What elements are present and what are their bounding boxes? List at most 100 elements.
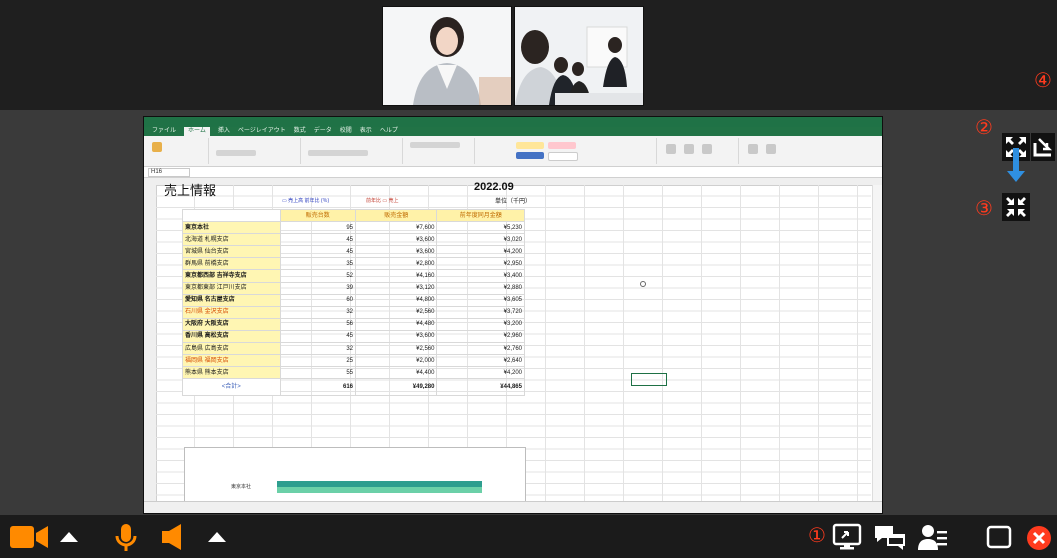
style-bad-icon[interactable] — [548, 142, 576, 149]
speaker-options-chevron-icon[interactable] — [206, 529, 228, 549]
amount-cell[interactable]: ¥2,560 — [354, 342, 438, 356]
ribbon-group-cells — [658, 138, 739, 164]
amount-cell[interactable]: ¥4,480 — [354, 317, 438, 331]
excel-tab-file[interactable]: ファイル — [152, 127, 176, 136]
amount-cell[interactable]: ¥4,160 — [354, 269, 438, 283]
video-camera-icon[interactable] — [8, 523, 52, 555]
alignment-icon[interactable] — [308, 150, 368, 156]
excel-tab-data[interactable]: データ — [314, 127, 332, 136]
selected-cell[interactable] — [631, 373, 667, 386]
amount-cell[interactable]: ¥4,400 — [354, 366, 438, 380]
total-units-cell[interactable]: 616 — [279, 378, 357, 397]
vertical-scrollbar[interactable] — [872, 185, 882, 501]
total-amount-cell[interactable]: ¥49,280 — [354, 378, 438, 397]
amount-cell[interactable]: ¥3,600 — [354, 245, 438, 259]
store-name-cell[interactable]: 宮城県 仙台支店 — [182, 245, 281, 259]
prev-amount-cell[interactable]: ¥2,880 — [436, 281, 525, 295]
participant-video-meeting[interactable] — [514, 6, 644, 106]
excel-tab-review[interactable]: 校閲 — [340, 127, 352, 136]
store-name-cell[interactable]: 愛知県 名古屋支店 — [182, 293, 281, 307]
chat-icon[interactable] — [873, 523, 907, 555]
prev-amount-cell[interactable]: ¥3,400 — [436, 269, 525, 283]
amount-cell[interactable]: ¥7,600 — [354, 221, 438, 235]
embedded-chart[interactable]: 東京本社 — [184, 447, 526, 503]
collapse-icon[interactable] — [1002, 193, 1030, 221]
paste-icon[interactable] — [152, 142, 162, 152]
speaker-icon[interactable] — [160, 523, 190, 555]
prev-amount-cell[interactable]: ¥2,640 — [436, 354, 525, 368]
units-cell[interactable]: 32 — [279, 342, 357, 356]
prev-amount-cell[interactable]: ¥5,230 — [436, 221, 525, 235]
font-box-icon[interactable] — [216, 150, 256, 156]
amount-cell[interactable]: ¥4,800 — [354, 293, 438, 307]
units-cell[interactable]: 25 — [279, 354, 357, 368]
units-cell[interactable]: 55 — [279, 366, 357, 380]
store-name-cell[interactable]: 北海道 札幌支店 — [182, 233, 281, 247]
total-label-cell[interactable]: <合計> — [182, 378, 281, 397]
store-name-cell[interactable]: 香川県 高松支店 — [182, 329, 281, 344]
exit-fullscreen-icon[interactable] — [1031, 133, 1055, 161]
amount-cell[interactable]: ¥2,000 — [354, 354, 438, 368]
excel-tab-home[interactable]: ホーム — [184, 127, 210, 136]
excel-tab-formulas[interactable]: 数式 — [294, 127, 306, 136]
prev-amount-cell[interactable]: ¥3,605 — [436, 293, 525, 307]
units-cell[interactable]: 52 — [279, 269, 357, 283]
prev-amount-cell[interactable]: ¥2,760 — [436, 342, 525, 356]
format-cells-icon[interactable] — [702, 144, 712, 154]
prev-amount-cell[interactable]: ¥3,200 — [436, 317, 525, 331]
units-cell[interactable]: 95 — [279, 221, 357, 235]
number-format-icon[interactable] — [410, 142, 460, 148]
units-cell[interactable]: 39 — [279, 281, 357, 295]
sort-filter-icon[interactable] — [748, 144, 758, 154]
units-cell[interactable]: 60 — [279, 293, 357, 307]
participant-video-woman[interactable] — [382, 6, 512, 106]
style-accent-icon[interactable] — [516, 152, 544, 159]
store-name-cell[interactable]: 広島県 広島支店 — [182, 342, 281, 356]
camera-options-chevron-icon[interactable] — [58, 529, 80, 549]
table-row: 群馬県 前橋支店 35 ¥2,800 ¥2,950 — [182, 257, 525, 271]
store-name-cell[interactable]: 群馬県 前橋支店 — [182, 257, 281, 271]
total-prev-cell[interactable]: ¥44,865 — [436, 378, 525, 397]
units-cell[interactable]: 45 — [279, 329, 357, 344]
store-name-cell[interactable]: 福岡県 福岡支店 — [182, 354, 281, 368]
prev-amount-cell[interactable]: ¥2,950 — [436, 257, 525, 271]
ribbon-group-clipboard — [148, 138, 209, 164]
prev-amount-cell[interactable]: ¥4,200 — [436, 366, 525, 380]
store-name-cell[interactable]: 大阪府 大阪支店 — [182, 317, 281, 331]
store-name-cell[interactable]: 石川県 金沢支店 — [182, 305, 281, 319]
microphone-icon[interactable] — [113, 523, 139, 557]
store-name-cell[interactable]: 東京都西部 吉祥寺支店 — [182, 269, 281, 283]
store-name-cell[interactable]: 熊本県 熊本支店 — [182, 366, 281, 380]
window-icon[interactable] — [986, 525, 1012, 553]
screen-share-icon[interactable] — [832, 522, 862, 556]
excel-tab-view[interactable]: 表示 — [360, 127, 372, 136]
store-name-cell[interactable]: 東京本社 — [182, 221, 281, 235]
close-icon[interactable] — [1026, 525, 1052, 555]
units-cell[interactable]: 56 — [279, 317, 357, 331]
excel-tab-insert[interactable]: 挿入 — [218, 127, 230, 136]
shared-screen[interactable]: ファイル ホーム 挿入 ページレイアウト 数式 データ 校閲 表示 ヘルプ H1… — [143, 116, 883, 514]
style-normal-icon[interactable] — [548, 152, 578, 161]
style-neutral-icon[interactable] — [516, 142, 544, 149]
participants-icon[interactable] — [917, 523, 949, 555]
find-icon[interactable] — [766, 144, 776, 154]
excel-tab-help[interactable]: ヘルプ — [380, 127, 398, 136]
delete-cells-icon[interactable] — [684, 144, 694, 154]
units-cell[interactable]: 32 — [279, 305, 357, 319]
store-name-cell[interactable]: 東京都東部 江戸川支店 — [182, 281, 281, 295]
insert-cells-icon[interactable] — [666, 144, 676, 154]
prev-amount-cell[interactable]: ¥3,020 — [436, 233, 525, 247]
amount-cell[interactable]: ¥2,560 — [354, 305, 438, 319]
prev-amount-cell[interactable]: ¥3,720 — [436, 305, 525, 319]
amount-cell[interactable]: ¥3,600 — [354, 329, 438, 344]
name-box[interactable]: H16 — [148, 168, 190, 177]
units-cell[interactable]: 45 — [279, 233, 357, 247]
excel-tab-page-layout[interactable]: ページレイアウト — [238, 127, 286, 136]
amount-cell[interactable]: ¥3,600 — [354, 233, 438, 247]
prev-amount-cell[interactable]: ¥2,960 — [436, 329, 525, 344]
units-cell[interactable]: 45 — [279, 245, 357, 259]
units-cell[interactable]: 35 — [279, 257, 357, 271]
amount-cell[interactable]: ¥2,800 — [354, 257, 438, 271]
amount-cell[interactable]: ¥3,120 — [354, 281, 438, 295]
prev-amount-cell[interactable]: ¥4,200 — [436, 245, 525, 259]
